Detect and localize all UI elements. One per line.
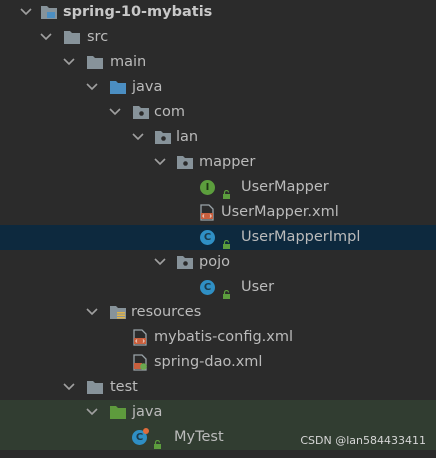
tree-row-com[interactable]: com <box>0 100 436 125</box>
tree-row-spring-dao[interactable]: spring-dao.xml <box>0 350 436 375</box>
file-label: mybatis-config.xml <box>154 329 294 345</box>
folder-label: main <box>110 54 147 70</box>
chevron-down-icon[interactable] <box>40 25 52 50</box>
tree-row-main[interactable]: main <box>0 50 436 75</box>
chevron-down-icon[interactable] <box>154 150 166 175</box>
chevron-down-icon[interactable] <box>86 400 98 425</box>
lock-icon <box>222 283 231 299</box>
lock-icon <box>153 433 162 449</box>
project-name-label: spring-10-mybatis <box>63 4 213 20</box>
tree-row-resources[interactable]: resources <box>0 300 436 325</box>
chevron-down-icon[interactable] <box>132 125 144 150</box>
tree-row-user-mapper-xml[interactable]: UserMapper.xml <box>0 200 436 225</box>
xml-file-icon <box>132 329 150 346</box>
folder-label: java <box>132 404 163 420</box>
package-label: pojo <box>199 254 230 270</box>
folder-label: test <box>110 379 138 395</box>
file-label: spring-dao.xml <box>154 354 263 370</box>
package-label: lan <box>176 129 199 145</box>
tree-row-lan[interactable]: lan <box>0 125 436 150</box>
folder-label: resources <box>131 304 202 320</box>
lock-icon <box>222 233 231 249</box>
package-icon <box>176 154 194 171</box>
tree-row-mapper[interactable]: mapper <box>0 150 436 175</box>
class-icon: C <box>200 229 218 246</box>
source-folder-icon <box>109 79 127 96</box>
test-source-folder-icon <box>109 404 127 421</box>
tree-row-project-root[interactable]: spring-10-mybatis <box>0 0 436 25</box>
package-label: mapper <box>199 154 256 170</box>
package-label: com <box>154 104 185 120</box>
class-icon: C <box>200 279 218 296</box>
chevron-down-icon[interactable] <box>86 300 98 325</box>
chevron-down-icon[interactable] <box>86 75 98 100</box>
tree-row-user[interactable]: C User <box>0 275 436 300</box>
folder-icon <box>63 29 81 46</box>
tree-row-test-java[interactable]: java <box>0 400 436 425</box>
chevron-down-icon[interactable] <box>63 50 75 75</box>
file-label: User <box>241 279 275 295</box>
tree-row-mybatis-config[interactable]: mybatis-config.xml <box>0 325 436 350</box>
folder-label: java <box>132 79 163 95</box>
file-label: UserMapper.xml <box>221 204 339 220</box>
file-label: MyTest <box>174 429 224 445</box>
file-label: UserMapper <box>241 179 329 195</box>
interface-icon: I <box>200 179 218 196</box>
folder-label: src <box>87 29 109 45</box>
tree-row-test[interactable]: test <box>0 375 436 400</box>
module-folder-icon <box>40 4 58 21</box>
file-label: UserMapperImpl <box>241 229 361 245</box>
package-icon <box>154 129 172 146</box>
spring-xml-file-icon <box>132 354 150 371</box>
lock-icon <box>222 183 231 199</box>
tree-row-pojo[interactable]: pojo <box>0 250 436 275</box>
tree-row-java[interactable]: java <box>0 75 436 100</box>
folder-icon <box>86 54 104 71</box>
chevron-down-icon[interactable] <box>154 250 166 275</box>
xml-file-icon <box>199 204 217 221</box>
package-icon <box>132 104 150 121</box>
chevron-down-icon[interactable] <box>109 100 121 125</box>
test-class-icon: C <box>132 428 150 446</box>
tree-row-user-mapper[interactable]: I UserMapper <box>0 175 436 200</box>
chevron-down-icon[interactable] <box>20 0 32 25</box>
resources-folder-icon <box>109 304 127 321</box>
folder-icon <box>86 379 104 396</box>
watermark: CSDN @lan584433411 <box>300 434 426 447</box>
tree-row-src[interactable]: src <box>0 25 436 50</box>
package-icon <box>176 254 194 271</box>
project-tree: spring-10-mybatis src main java com lan … <box>0 0 436 450</box>
tree-row-user-mapper-impl[interactable]: C UserMapperImpl <box>0 225 436 250</box>
chevron-down-icon[interactable] <box>63 375 75 400</box>
